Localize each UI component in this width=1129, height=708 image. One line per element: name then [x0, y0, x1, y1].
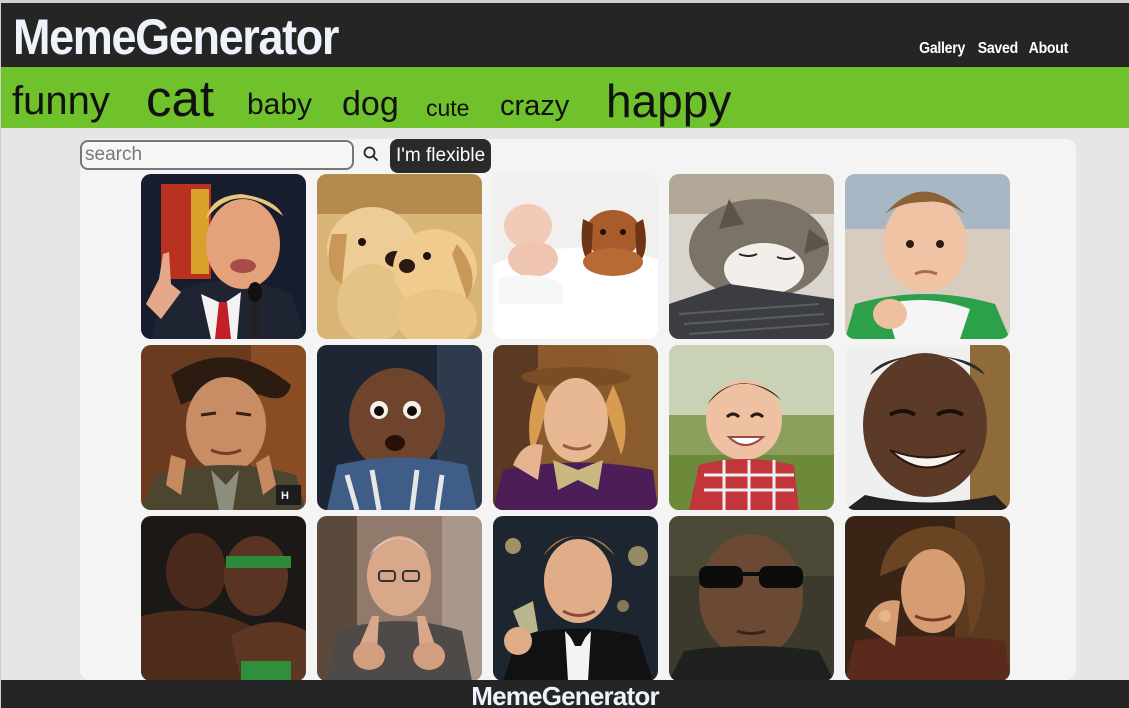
search-icon[interactable]	[362, 145, 380, 163]
keyword-cat[interactable]: cat	[146, 69, 214, 128]
main-nav: Gallery Saved About	[916, 40, 1071, 58]
meme-tile-puppies[interactable]	[317, 174, 482, 339]
keyword-funny[interactable]: funny	[12, 79, 110, 124]
meme-tile-boromir[interactable]	[845, 516, 1010, 681]
nav-gallery-link[interactable]: Gallery	[920, 40, 966, 58]
meme-tile-cat-keyboard[interactable]	[669, 174, 834, 339]
keyword-baby[interactable]: baby	[247, 88, 312, 122]
meme-tile-surprised-baby[interactable]	[317, 345, 482, 510]
nav-saved-link[interactable]: Saved	[977, 40, 1017, 58]
footer-logo: MemeGenerator	[471, 681, 659, 708]
meme-tile-evil-toddler[interactable]	[669, 345, 834, 510]
meme-tile-laughing-obama[interactable]	[845, 345, 1010, 510]
search-input[interactable]	[80, 140, 354, 170]
meme-tile-aliens-guy[interactable]: H	[141, 345, 306, 510]
keyword-crazy[interactable]: crazy	[500, 90, 569, 123]
meme-tile-baby-dog[interactable]	[493, 174, 658, 339]
meme-tile-man-pointing[interactable]	[317, 516, 482, 681]
keyword-happy[interactable]: happy	[606, 74, 731, 128]
keyword-cute[interactable]: cute	[426, 95, 469, 122]
meme-tile-wonka[interactable]	[493, 345, 658, 510]
site-logo[interactable]: MemeGenerator	[13, 8, 339, 66]
keyword-dog[interactable]: dog	[342, 85, 399, 124]
keyword-bar: funny cat baby dog cute crazy happy	[1, 67, 1129, 128]
nav-about-link[interactable]: About	[1029, 40, 1069, 58]
svg-text:H: H	[281, 490, 289, 502]
meme-tile-trump[interactable]	[141, 174, 306, 339]
meme-tile-morpheus[interactable]	[669, 516, 834, 681]
meme-tile-players-kiss[interactable]	[141, 516, 306, 681]
header: MemeGenerator Gallery Saved About	[1, 3, 1129, 67]
meme-tile-success-kid[interactable]	[845, 174, 1010, 339]
meme-gallery: H	[141, 174, 1010, 681]
meme-tile-leonardo-toast[interactable]	[493, 516, 658, 681]
im-flexible-button[interactable]: I'm flexible	[390, 139, 492, 173]
footer: MemeGenerator	[1, 680, 1129, 708]
